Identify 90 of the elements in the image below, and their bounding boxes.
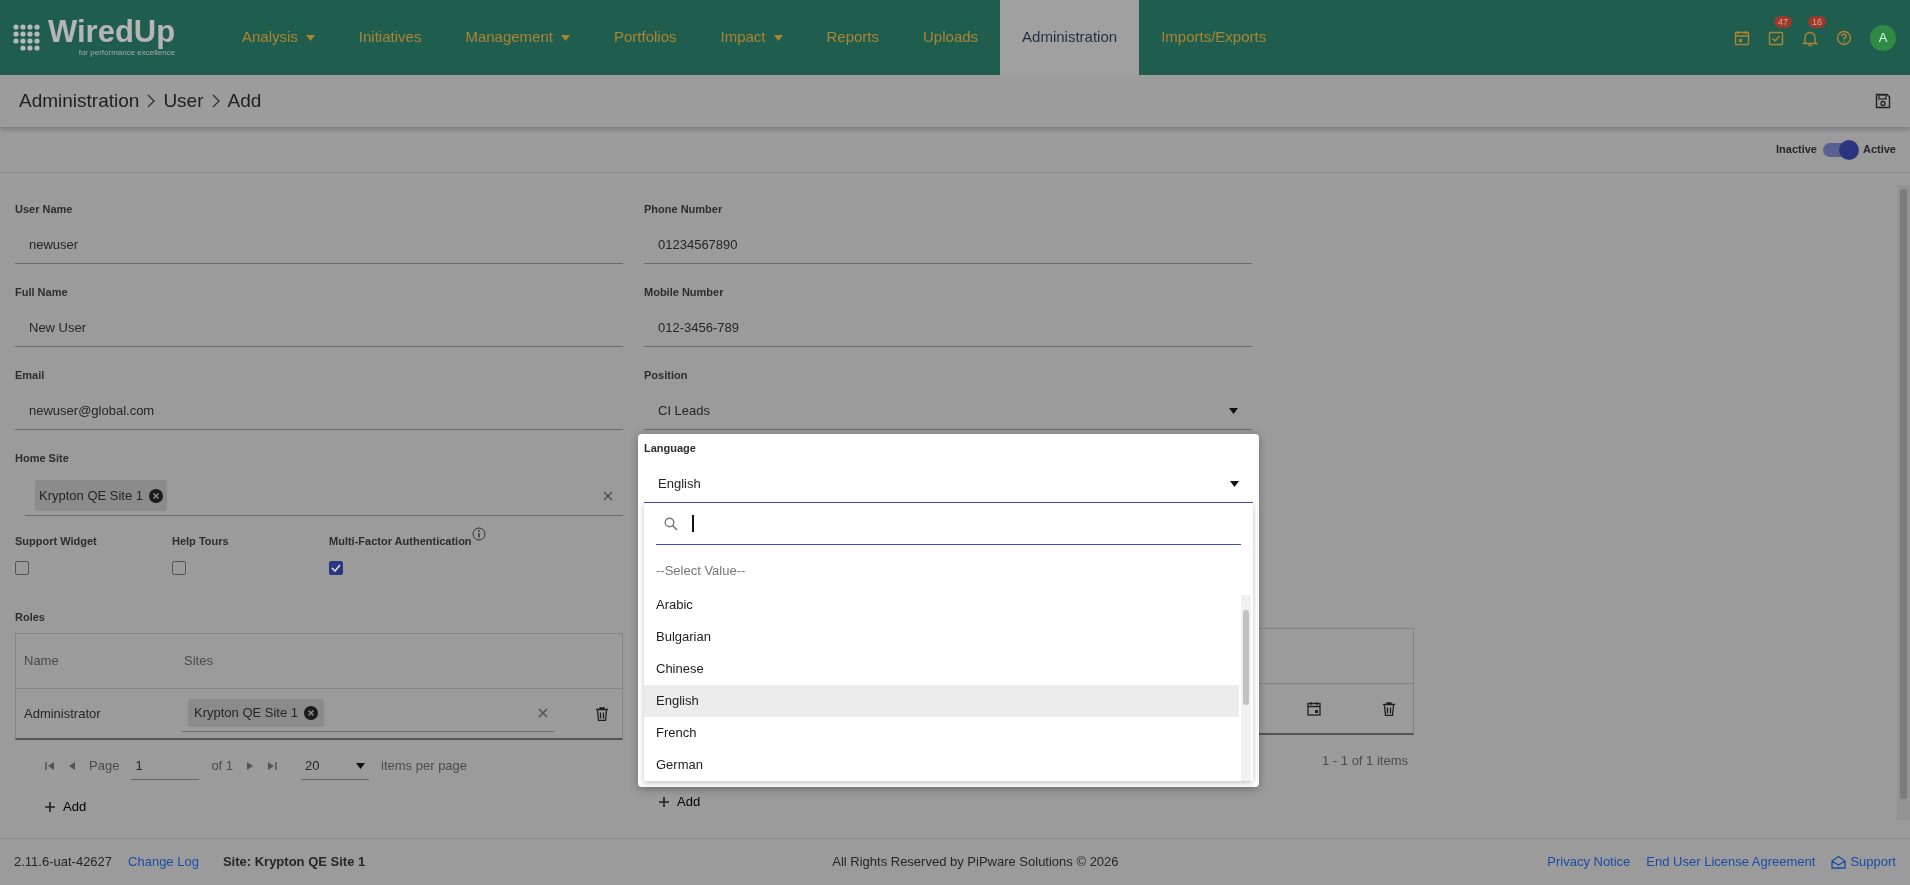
site-text: Site: Krypton QE Site 1	[222, 853, 366, 872]
breadcrumb-item: Add	[227, 88, 262, 113]
chip-label: Krypton QE Site 1	[39, 486, 144, 505]
remove-icon[interactable]	[304, 706, 319, 720]
field-label: Full Name	[15, 285, 69, 300]
help-icon[interactable]	[1836, 30, 1852, 47]
field-label: Support Widget	[15, 534, 97, 549]
multiselect-field[interactable]: Krypton QE Site 1	[25, 476, 623, 516]
checkbox[interactable]	[15, 561, 29, 575]
toggle-label: Inactive	[1776, 142, 1817, 158]
field-label: Multi-Factor Authentication	[329, 534, 472, 549]
pager-label: items per page	[381, 757, 468, 776]
logo-title: WiredUp	[48, 16, 176, 47]
input-field[interactable]: newuser@global.com	[15, 393, 623, 430]
field-label: Home Site	[15, 451, 70, 466]
trash-icon[interactable]	[1383, 701, 1395, 716]
input-field[interactable]: 012-3456-789	[644, 310, 1252, 347]
dropdown-option[interactable]: English	[644, 684, 1239, 717]
caret-icon	[356, 762, 366, 769]
status-toggle[interactable]	[1822, 142, 1857, 157]
section-label: Roles	[15, 610, 46, 625]
pager-label: of 1	[211, 757, 234, 776]
version-text: 2.11.6-uat-42627	[14, 853, 113, 872]
count-badge: 16	[1808, 15, 1826, 28]
nav-tab[interactable]: Administration	[1000, 0, 1140, 75]
multiselect-field[interactable]: Krypton QE Site 1	[182, 695, 554, 732]
scrollbar[interactable]	[1241, 595, 1251, 781]
field-label: Position	[644, 368, 689, 383]
breadcrumb-item[interactable]: Administration	[19, 86, 140, 116]
logo-tagline: for performance excellence	[78, 48, 176, 59]
search-icon	[664, 516, 678, 531]
checkbox[interactable]	[329, 561, 343, 575]
field-label: Phone Number	[644, 202, 724, 217]
clear-icon[interactable]	[538, 708, 548, 718]
input-field[interactable]: New User	[15, 310, 623, 347]
save-icon[interactable]	[1875, 93, 1891, 109]
pager-label: Page	[89, 757, 120, 776]
table-cell-text: Administrator	[23, 704, 102, 723]
field-label: Mobile Number	[644, 285, 725, 300]
previous-page-icon[interactable]	[67, 761, 77, 771]
caret-icon	[1229, 408, 1238, 414]
page-size-select[interactable]: 20	[301, 751, 370, 781]
caret-icon	[1230, 481, 1239, 487]
copyright-text: All Rights Reserved by PiPware Solutions © 2026	[832, 853, 1119, 872]
checklist-icon[interactable]	[1768, 30, 1784, 47]
info-icon[interactable]	[471, 527, 486, 541]
add-button[interactable]: Add	[15, 796, 623, 818]
calendar-icon[interactable]	[1307, 701, 1321, 716]
user-avatar[interactable]: A	[1870, 24, 1896, 51]
dropdown-option[interactable]: Arabic	[644, 588, 1239, 621]
input-field[interactable]: newuser	[15, 227, 623, 264]
field-label: Language	[644, 441, 697, 456]
field-label: User Name	[15, 202, 74, 217]
dropdown-option[interactable]: French	[644, 716, 1239, 749]
site-chip[interactable]: Krypton QE Site 1	[35, 479, 168, 512]
dropdown-option[interactable]: --Select Value--	[644, 545, 1253, 589]
dropdown-option[interactable]: Bulgarian	[644, 620, 1239, 653]
change-log-link[interactable]: Change Log	[128, 852, 199, 872]
input-field[interactable]: 01234567890	[644, 227, 1252, 264]
field-label: Help Tours	[172, 534, 229, 549]
field-label: Email	[15, 368, 46, 383]
bell-icon[interactable]	[1802, 30, 1818, 47]
site-chip[interactable]: Krypton QE Site 1	[188, 699, 325, 727]
plus-icon	[45, 801, 55, 812]
select-field[interactable]: CI Leads	[644, 393, 1252, 430]
envelope-icon	[1831, 855, 1847, 869]
remove-icon[interactable]	[149, 488, 164, 503]
logo-icon	[12, 22, 42, 53]
page-field[interactable]: 1	[131, 751, 200, 781]
toggle-label: Active	[1862, 142, 1896, 158]
footer-link[interactable]: End User License Agreement	[1646, 852, 1816, 872]
dropdown-option[interactable]: Chinese	[644, 652, 1239, 685]
first-page-icon[interactable]	[45, 761, 55, 771]
dropdown-option[interactable]: German	[644, 748, 1239, 781]
checkbox[interactable]	[172, 561, 186, 575]
add-button[interactable]: Add	[644, 791, 707, 813]
pager-summary: 1 - 1 of 1 items	[1322, 752, 1408, 771]
column-header: Name	[23, 652, 60, 671]
column-header: Sites	[183, 652, 213, 671]
check-icon	[331, 564, 341, 572]
plus-icon	[659, 796, 669, 807]
footer-link[interactable]: Privacy Notice	[1547, 852, 1631, 872]
trash-icon[interactable]	[596, 706, 608, 721]
count-badge: 47	[1774, 15, 1792, 28]
last-page-icon[interactable]	[267, 761, 278, 771]
support-link[interactable]: Support	[1831, 852, 1896, 872]
breadcrumb-item[interactable]: User	[163, 86, 204, 116]
chip-label: Krypton QE Site 1	[194, 704, 299, 723]
clear-icon[interactable]	[603, 490, 613, 501]
scrollbar[interactable]	[1897, 185, 1910, 820]
